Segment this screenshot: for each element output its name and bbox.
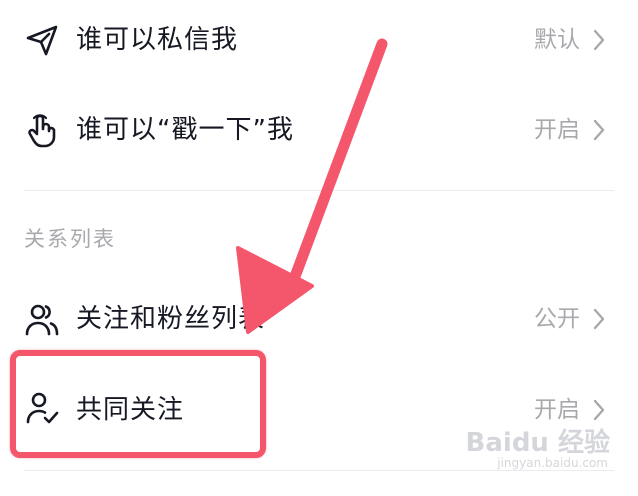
poke-hand-icon (24, 112, 60, 148)
send-icon (24, 22, 60, 58)
setting-row-who-can-message[interactable]: 谁可以私信我 默认 (0, 0, 638, 90)
watermark-logo: Baidu 经验 (465, 428, 610, 458)
privacy-settings-screen: 谁可以私信我 默认 谁可以“戳一下”我 开启 关系列表 关注和粉丝列表 公开 共… (0, 0, 638, 496)
users-icon (24, 301, 60, 337)
setting-row-label: 谁可以“戳一下”我 (76, 115, 294, 145)
watermark-url: jingyan.baidu.com (497, 456, 608, 470)
highlight-box (10, 350, 266, 458)
setting-row-follow-fans-list[interactable]: 关注和粉丝列表 公开 (0, 272, 638, 362)
setting-row-who-can-poke[interactable]: 谁可以“戳一下”我 开启 (0, 88, 638, 178)
setting-row-value: 默认 (534, 27, 580, 53)
chevron-right-icon (590, 304, 608, 334)
chevron-right-icon (590, 115, 608, 145)
setting-row-value: 公开 (534, 306, 580, 332)
section-title-relations: 关系列表 (24, 227, 116, 251)
setting-row-label: 关注和粉丝列表 (76, 304, 266, 334)
setting-row-value: 开启 (534, 397, 580, 423)
setting-row-value: 开启 (534, 117, 580, 143)
baidu-watermark: Baidu 经验 jingyan.baidu.com (466, 422, 614, 482)
section-divider (24, 190, 614, 191)
chevron-right-icon (590, 395, 608, 425)
setting-row-label: 谁可以私信我 (76, 25, 239, 55)
chevron-right-icon (590, 25, 608, 55)
